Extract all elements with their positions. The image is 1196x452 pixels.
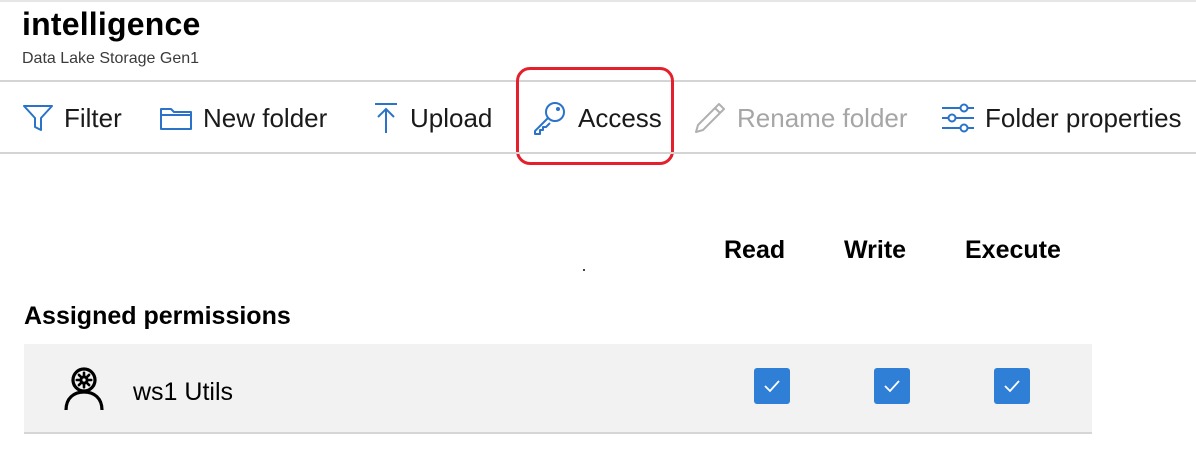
sliders-icon	[941, 102, 975, 134]
row-divider	[24, 432, 1092, 434]
page: intelligence Data Lake Storage Gen1 Filt…	[0, 0, 1196, 452]
folder-properties-button[interactable]: Folder properties	[941, 96, 1182, 140]
column-header-execute: Execute	[965, 236, 1061, 264]
filter-icon	[22, 103, 54, 133]
upload-button[interactable]: Upload	[372, 96, 492, 140]
access-highlight-box	[516, 67, 674, 165]
column-header-read: Read	[724, 236, 786, 264]
checkmark-icon	[764, 380, 780, 393]
folder-properties-label: Folder properties	[985, 102, 1182, 133]
execute-checkbox[interactable]	[994, 368, 1030, 404]
pencil-icon	[693, 101, 727, 135]
filter-label: Filter	[64, 102, 122, 133]
new-folder-label: New folder	[203, 102, 328, 133]
user-name: ws1 Utils	[133, 378, 234, 406]
page-title: intelligence	[22, 6, 201, 42]
filter-button[interactable]: Filter	[22, 96, 122, 140]
page-subtitle: Data Lake Storage Gen1	[22, 50, 200, 67]
upload-label: Upload	[410, 102, 493, 133]
toolbar-divider-bottom	[0, 152, 1196, 154]
top-border	[0, 0, 1196, 2]
assigned-permissions-title: Assigned permissions	[24, 302, 291, 330]
stray-dot	[583, 269, 585, 271]
upload-icon	[372, 101, 400, 135]
read-checkbox[interactable]	[754, 368, 790, 404]
rename-folder-label: Rename folder	[737, 102, 908, 133]
checkmark-icon	[884, 380, 900, 393]
write-checkbox[interactable]	[874, 368, 910, 404]
rename-folder-button[interactable]: Rename folder	[693, 96, 908, 140]
user-gear-icon	[62, 366, 106, 412]
column-header-write: Write	[844, 236, 907, 264]
folder-icon	[159, 104, 193, 132]
new-folder-button[interactable]: New folder	[159, 96, 327, 140]
checkmark-icon	[1004, 380, 1020, 393]
